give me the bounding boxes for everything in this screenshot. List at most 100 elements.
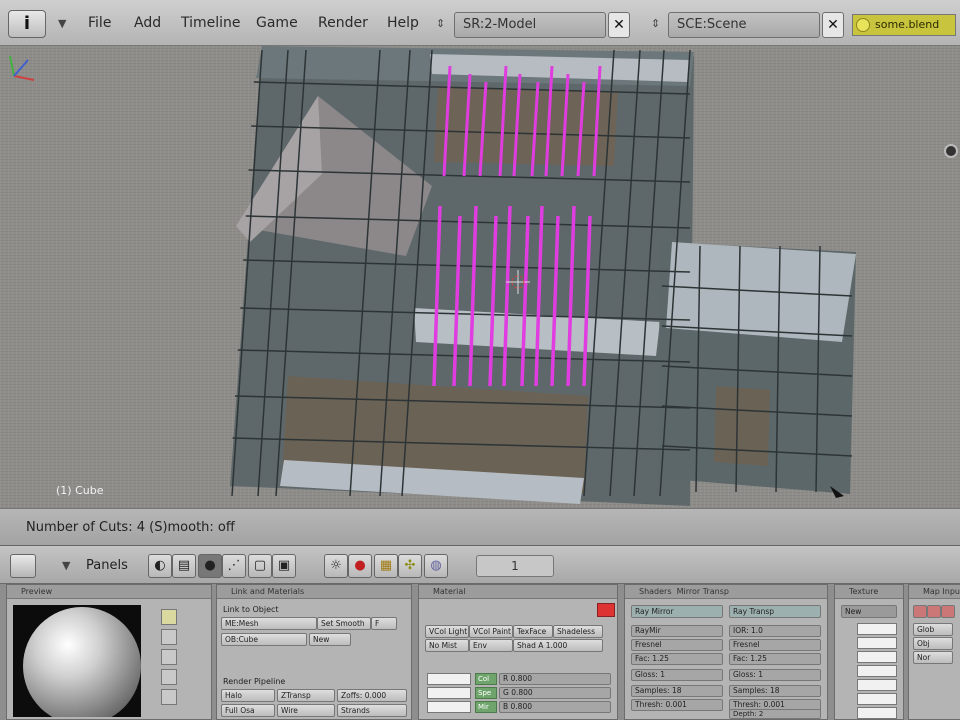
green-slider[interactable]: G 0.800 <box>499 687 611 699</box>
menu-file[interactable]: File <box>88 15 111 31</box>
col-swatch[interactable] <box>427 673 471 685</box>
set-smooth-button[interactable]: Set Smooth <box>317 617 371 630</box>
mir-swatch[interactable] <box>427 701 471 713</box>
mirror-gloss-slider[interactable]: Gloss: 1 <box>631 669 723 681</box>
preview-hair-icon[interactable] <box>161 689 177 705</box>
wire-button[interactable]: Wire <box>277 704 335 717</box>
view-scroll-handle[interactable] <box>944 144 958 158</box>
ior-slider[interactable]: IOR: 1.0 <box>729 625 821 637</box>
scene-context-icon[interactable]: ▣ <box>272 554 296 578</box>
ray-transp-button[interactable]: Ray Transp <box>729 605 821 618</box>
mirror-thresh-field[interactable]: Thresh: 0.001 <box>631 699 723 711</box>
col-button[interactable]: Col <box>475 673 497 685</box>
material-close-icon[interactable] <box>597 603 615 617</box>
blue-slider[interactable]: B 0.800 <box>499 701 611 713</box>
mesh-datablock-field[interactable]: ME:Mesh <box>221 617 317 630</box>
spe-swatch[interactable] <box>427 687 471 699</box>
transp-depth-field[interactable]: Depth: 2 <box>729 709 821 719</box>
mir-button[interactable]: Mir <box>475 701 497 713</box>
chevron-down-icon[interactable]: ▼ <box>62 559 70 572</box>
spe-button[interactable]: Spe <box>475 687 497 699</box>
editing-context-icon[interactable]: ▢ <box>248 554 272 578</box>
world-tab-icon[interactable]: ◍ <box>424 554 448 578</box>
new-material-button[interactable]: New <box>309 633 351 646</box>
texture-channel-1[interactable] <box>857 623 897 635</box>
texture-panel: Texture New <box>834 584 904 720</box>
transp-samples-field[interactable]: Samples: 18 <box>729 685 821 697</box>
texture-channel-6[interactable] <box>857 693 897 705</box>
material-tab-icon[interactable]: ● <box>348 554 372 578</box>
link-to-object-label: Link to Object <box>223 605 279 614</box>
transp-fac-slider[interactable]: Fac: 1.25 <box>729 653 821 665</box>
screen-browse-icon[interactable]: ⇕ <box>436 17 445 30</box>
scene-selector[interactable]: SCE:Scene <box>668 12 820 38</box>
object-context-icon[interactable]: ⋰ <box>222 554 246 578</box>
transp-fresnel-slider[interactable]: Fresnel <box>729 639 821 651</box>
chevron-down-icon[interactable]: ▼ <box>58 17 66 30</box>
nor-button[interactable]: Nor <box>913 651 953 664</box>
shad-alpha-field[interactable]: Shad A 1.000 <box>513 639 603 652</box>
radio-tab-icon[interactable]: ✣ <box>398 554 422 578</box>
map-spec-icon[interactable] <box>941 605 955 618</box>
map-color-icon[interactable] <box>913 605 927 618</box>
f-button[interactable]: F <box>371 617 397 630</box>
env-button[interactable]: Env <box>469 639 513 652</box>
obj-button[interactable]: Obj <box>913 637 953 650</box>
preview-plane-icon[interactable] <box>161 629 177 645</box>
texture-channel-4[interactable] <box>857 665 897 677</box>
transp-gloss-slider[interactable]: Gloss: 1 <box>729 669 821 681</box>
shadeless-button[interactable]: Shadeless <box>553 625 603 638</box>
render-pipeline-label: Render Pipeline <box>223 677 286 686</box>
ray-mirror-button[interactable]: Ray Mirror <box>631 605 723 618</box>
texture-channel-7[interactable] <box>857 707 897 719</box>
texture-channel-2[interactable] <box>857 637 897 649</box>
menu-render[interactable]: Render <box>318 15 368 31</box>
strands-button[interactable]: Strands <box>337 704 407 717</box>
mirror-fac-slider[interactable]: Fac: 1.25 <box>631 653 723 665</box>
red-slider[interactable]: R 0.800 <box>499 673 611 685</box>
preview-sphere-icon[interactable] <box>161 609 177 625</box>
mesh-scene[interactable] <box>0 46 960 508</box>
script-context-icon[interactable]: ▤ <box>172 554 196 578</box>
texture-channel-3[interactable] <box>857 651 897 663</box>
full-osa-button[interactable]: Full Osa <box>221 704 275 717</box>
map-nor-icon[interactable] <box>927 605 941 618</box>
preview-cube-icon[interactable] <box>161 649 177 665</box>
zoffs-field[interactable]: Zoffs: 0.000 <box>337 689 407 702</box>
lamp-tab-icon[interactable]: ☼ <box>324 554 348 578</box>
raymir-slider[interactable]: RayMir <box>631 625 723 637</box>
texface-button[interactable]: TexFace <box>513 625 553 638</box>
editor-type-icon[interactable] <box>10 554 36 578</box>
menu-help[interactable]: Help <box>387 15 419 31</box>
menu-timeline[interactable]: Timeline <box>181 15 241 31</box>
shaders-tab[interactable]: Shaders <box>639 587 672 596</box>
glob-button[interactable]: Glob <box>913 623 953 636</box>
no-mist-button[interactable]: No Mist <box>425 639 469 652</box>
scene-close-button[interactable]: ✕ <box>822 12 844 38</box>
panel-title: Link and Materials <box>217 585 411 599</box>
preview-monkey-icon[interactable] <box>161 669 177 685</box>
halo-button[interactable]: Halo <box>221 689 275 702</box>
mirror-samples-field[interactable]: Samples: 18 <box>631 685 723 697</box>
menu-add[interactable]: Add <box>134 15 161 31</box>
logic-context-icon[interactable]: ◐ <box>148 554 172 578</box>
texture-tab-icon[interactable]: ▦ <box>374 554 398 578</box>
vcol-paint-button[interactable]: VCol Paint <box>469 625 513 638</box>
axis-gizmo-icon <box>9 55 35 81</box>
object-datablock-field[interactable]: OB:Cube <box>221 633 307 646</box>
new-texture-button[interactable]: New <box>841 605 897 618</box>
vcol-light-button[interactable]: VCol Light <box>425 625 469 638</box>
texture-channel-5[interactable] <box>857 679 897 691</box>
screen-selector[interactable]: SR:2-Model <box>454 12 606 38</box>
ztransp-button[interactable]: ZTransp <box>277 689 335 702</box>
mirror-fresnel-slider[interactable]: Fresnel <box>631 639 723 651</box>
buttons-panels: Preview Link and Materials Link to Objec… <box>0 584 960 720</box>
mirror-transp-tab[interactable]: Mirror Transp <box>677 587 729 596</box>
info-editor-icon[interactable]: i <box>8 10 46 38</box>
shading-context-icon[interactable]: ● <box>198 554 222 578</box>
screen-close-button[interactable]: ✕ <box>608 12 630 38</box>
scene-browse-icon[interactable]: ⇕ <box>651 17 660 30</box>
frame-number-field[interactable]: 1 <box>476 555 554 577</box>
3d-viewport[interactable]: (1) Cube <box>0 46 960 508</box>
menu-game[interactable]: Game <box>256 15 298 31</box>
